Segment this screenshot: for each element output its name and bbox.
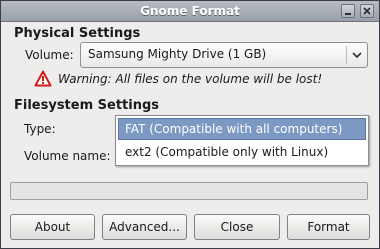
volume-combo[interactable]: Samsung Mighty Drive (1 GB) (80, 42, 368, 68)
filesystem-settings-heading: Filesystem Settings (14, 98, 160, 113)
dialog-window: Gnome Format Physical Settings Volume: S… (0, 0, 380, 249)
minimize-button[interactable] (341, 4, 355, 18)
volume-combo-value: Samsung Mighty Drive (1 GB) (88, 47, 267, 61)
type-dropdown-menu: FAT (Compatible with all computers) ext2… (115, 115, 369, 166)
titlebar[interactable]: Gnome Format (1, 1, 379, 22)
combo-separator (346, 46, 347, 64)
format-button[interactable]: Format (287, 214, 370, 240)
volume-name-label: Volume name: (24, 149, 111, 163)
format-progress-bar (10, 182, 368, 200)
close-button[interactable]: Close (194, 214, 280, 240)
type-option-ext2[interactable]: ext2 (Compatible only with Linux) (118, 141, 366, 163)
volume-label: Volume: (25, 48, 74, 62)
type-label: Type: (24, 122, 56, 136)
warning-text: Warning: All files on the volume will be… (58, 72, 323, 86)
window-title: Gnome Format (140, 4, 240, 18)
close-window-button[interactable] (360, 4, 374, 18)
type-option-fat[interactable]: FAT (Compatible with all computers) (118, 118, 366, 140)
close-icon (363, 7, 371, 15)
minimize-icon (345, 13, 351, 15)
advanced-button[interactable]: Advanced... (102, 214, 187, 240)
warning-icon (34, 70, 52, 87)
physical-settings-heading: Physical Settings (14, 26, 141, 41)
about-button[interactable]: About (10, 214, 95, 240)
chevron-down-icon (352, 52, 362, 59)
